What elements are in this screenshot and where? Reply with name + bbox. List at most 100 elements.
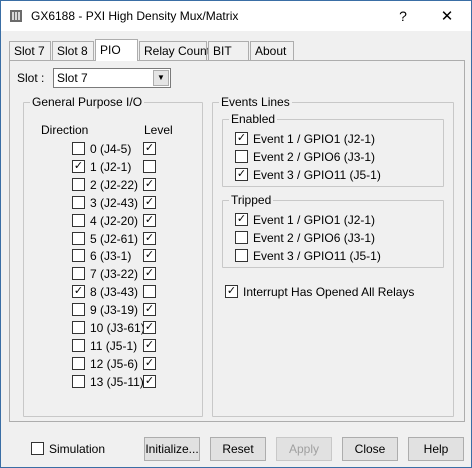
direction-header: Direction [41, 123, 89, 137]
simulation-label: Simulation [49, 442, 106, 456]
gpio-row: 2 (J2-22) ✓ [24, 177, 202, 192]
tab-slot-7[interactable]: Slot 7 [9, 41, 51, 61]
enabled-event-2-label: Event 2 / GPIO6 (J3-1) [253, 150, 376, 164]
gpio-direction-checkbox[interactable] [72, 142, 85, 155]
gpio-line-label: 0 (J4-5) [90, 142, 132, 156]
tripped-event-1-checkbox[interactable]: ✓ [235, 213, 248, 226]
tab-relay-count[interactable]: Relay Count [139, 41, 210, 61]
gpio-level-checkbox[interactable]: ✓ [143, 249, 156, 263]
simulation-checkbox[interactable] [31, 442, 44, 455]
gpio-line-label: 6 (J3-1) [90, 249, 132, 264]
apply-button[interactable]: Apply [276, 437, 332, 461]
enabled-group-title: Enabled [229, 112, 278, 126]
events-group-title: Events Lines [219, 95, 292, 109]
gpio-level-checkbox[interactable]: ✓ [143, 321, 156, 334]
close-icon[interactable]: ✕ [425, 1, 469, 31]
gpio-line-label: 1 (J2-1) [90, 159, 132, 174]
enabled-event-2-checkbox[interactable] [235, 150, 248, 163]
gpio-line-label: 7 (J3-22) [90, 267, 139, 282]
gpio-level-checkbox[interactable]: ✓ [143, 195, 156, 209]
enabled-event-3-label: Event 3 / GPIO11 (J5-1) [253, 168, 381, 182]
gpio-direction-checkbox[interactable] [72, 303, 85, 317]
help-button[interactable]: Help [408, 437, 464, 461]
gpio-direction-checkbox[interactable] [72, 249, 85, 263]
gpio-direction-checkbox[interactable] [72, 213, 85, 227]
gpio-row: 4 (J2-20) ✓ [24, 213, 202, 228]
gpio-row: 0 (J4-5) ✓ [24, 142, 202, 156]
slot-select-value: Slot 7 [57, 71, 88, 85]
window-title: GX6188 - PXI High Density Mux/Matrix [31, 9, 239, 23]
gpio-line-label: 2 (J2-22) [90, 177, 139, 192]
gpio-line-label: 4 (J2-20) [90, 213, 139, 228]
gpio-level-checkbox[interactable]: ✓ [143, 267, 156, 281]
gpio-row: 11 (J5-1) ✓ [24, 338, 202, 353]
tab-slot-8[interactable]: Slot 8 [52, 41, 94, 61]
app-icon [10, 10, 22, 22]
gpio-line-label: 3 (J2-43) [90, 195, 139, 210]
close-button[interactable]: Close [342, 437, 398, 461]
gpio-line-label: 13 (J5-11) [90, 374, 144, 389]
gpio-level-checkbox[interactable]: ✓ [143, 231, 156, 245]
gpio-group: General Purpose I/O Direction Level 0 (J… [23, 95, 203, 417]
gpio-row: 6 (J3-1) ✓ [24, 249, 202, 263]
gpio-direction-checkbox[interactable] [72, 338, 85, 352]
gpio-line-label: 5 (J2-61) [90, 231, 139, 246]
gpio-row: 10 (J3-61) ✓ [24, 321, 202, 335]
tripped-event-3-checkbox[interactable] [235, 249, 248, 262]
slot-select[interactable]: Slot 7 ▼ [53, 68, 171, 88]
tripped-group: Tripped ✓ Event 1 / GPIO1 (J2-1) Event 2… [222, 193, 444, 268]
interrupt-checkbox[interactable]: ✓ [225, 285, 238, 298]
gpio-direction-checkbox[interactable] [72, 177, 85, 191]
gpio-line-label: 11 (J5-1) [90, 338, 138, 353]
tripped-event-2-checkbox[interactable] [235, 231, 248, 244]
gpio-level-checkbox[interactable]: ✓ [143, 338, 156, 352]
initialize-button[interactable]: Initialize... [144, 437, 200, 461]
gpio-direction-checkbox[interactable] [72, 356, 85, 370]
gpio-row: ✓ 8 (J3-43) [24, 285, 202, 299]
gpio-direction-checkbox[interactable] [72, 231, 85, 245]
gpio-level-checkbox[interactable] [143, 285, 156, 299]
gpio-direction-checkbox[interactable] [72, 195, 85, 209]
gpio-level-checkbox[interactable]: ✓ [143, 213, 156, 227]
events-group: Events Lines Enabled ✓ Event 1 / GPIO1 (… [212, 95, 454, 417]
gpio-line-label: 10 (J3-61) [90, 321, 145, 335]
gpio-line-label: 9 (J3-19) [90, 303, 139, 318]
gpio-level-checkbox[interactable]: ✓ [143, 303, 156, 317]
tripped-event-3-label: Event 3 / GPIO11 (J5-1) [253, 249, 381, 263]
help-icon[interactable]: ? [381, 1, 425, 31]
gpio-level-checkbox[interactable]: ✓ [143, 356, 156, 370]
gpio-direction-checkbox[interactable]: ✓ [72, 285, 85, 299]
gpio-row: 5 (J2-61) ✓ [24, 231, 202, 246]
enabled-group: Enabled ✓ Event 1 / GPIO1 (J2-1) Event 2… [222, 112, 444, 187]
enabled-event-1-label: Event 1 / GPIO1 (J2-1) [253, 132, 376, 146]
reset-button[interactable]: Reset [210, 437, 266, 461]
enabled-event-3-checkbox[interactable]: ✓ [235, 168, 248, 181]
gpio-group-title: General Purpose I/O [30, 95, 145, 109]
gpio-row: 3 (J2-43) ✓ [24, 195, 202, 210]
interrupt-label: Interrupt Has Opened All Relays [243, 285, 415, 299]
gpio-level-checkbox[interactable] [143, 159, 156, 173]
gpio-line-label: 8 (J3-43) [90, 285, 139, 300]
dialog-window: GX6188 - PXI High Density Mux/Matrix ? ✕… [0, 0, 472, 468]
gpio-line-label: 12 (J5-6) [90, 356, 139, 371]
chevron-down-icon[interactable]: ▼ [153, 70, 169, 86]
enabled-event-1-checkbox[interactable]: ✓ [235, 132, 248, 145]
gpio-row: 9 (J3-19) ✓ [24, 303, 202, 317]
gpio-row: 13 (J5-11) ✓ [24, 374, 202, 389]
gpio-level-checkbox[interactable]: ✓ [143, 142, 156, 155]
gpio-row: ✓ 1 (J2-1) [24, 159, 202, 174]
level-header: Level [144, 123, 173, 137]
tab-about[interactable]: About [250, 41, 294, 61]
gpio-direction-checkbox[interactable] [72, 374, 85, 388]
gpio-level-checkbox[interactable]: ✓ [143, 177, 156, 191]
tab-bit[interactable]: BIT [208, 41, 249, 61]
slot-label: Slot : [17, 71, 45, 85]
tab-pio[interactable]: PIO [95, 39, 138, 61]
gpio-direction-checkbox[interactable] [72, 321, 85, 334]
gpio-direction-checkbox[interactable] [72, 267, 85, 281]
tripped-group-title: Tripped [229, 193, 274, 207]
gpio-row: 12 (J5-6) ✓ [24, 356, 202, 371]
tripped-event-1-label: Event 1 / GPIO1 (J2-1) [253, 213, 376, 227]
gpio-level-checkbox[interactable]: ✓ [143, 374, 156, 388]
gpio-direction-checkbox[interactable]: ✓ [72, 159, 85, 173]
